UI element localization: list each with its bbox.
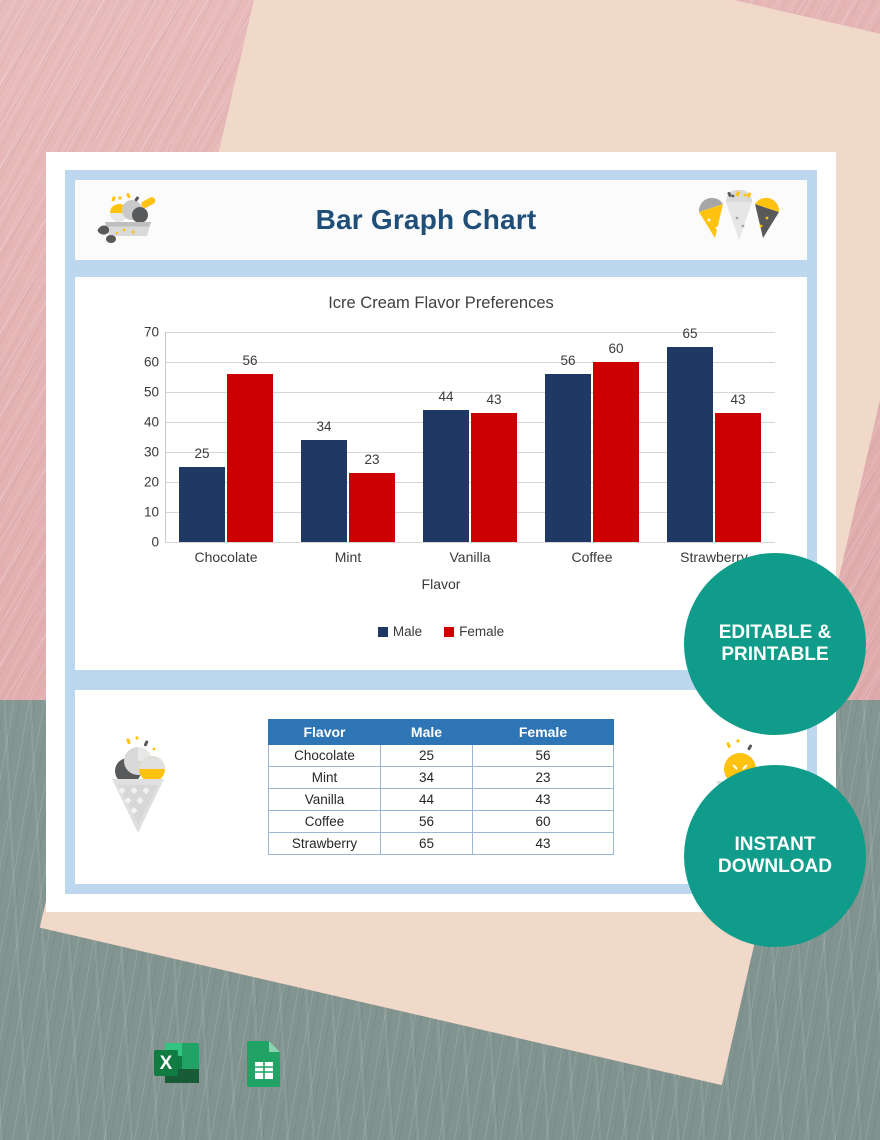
table-cell: Coffee: [268, 810, 381, 833]
bar-female: 23: [349, 452, 395, 542]
microsoft-excel-icon[interactable]: X: [148, 1033, 208, 1098]
bar-female: 56: [227, 353, 273, 542]
badge-line-1: INSTANT: [734, 833, 816, 855]
bar-value-label: 65: [682, 326, 698, 341]
ice-cream-cones-icon: [689, 188, 789, 251]
table-cell: Strawberry: [268, 832, 381, 855]
table-cell: 43: [471, 788, 615, 811]
bar-value-label: 43: [730, 392, 746, 407]
table-cell: 56: [471, 744, 615, 767]
bar-female: 43: [471, 392, 517, 542]
bar-value-label: 56: [242, 353, 258, 368]
bar-group: 25 56: [179, 332, 273, 542]
bar-male: 25: [179, 446, 225, 542]
y-tick-label: 20: [143, 474, 159, 490]
legend-item: Male: [377, 624, 423, 639]
legend-swatch: [444, 626, 455, 637]
table-row: Vanilla 44 43: [268, 788, 615, 811]
chart-title: Icre Cream Flavor Preferences: [328, 294, 554, 312]
y-tick-label: 30: [143, 444, 159, 460]
ice-cream-bowl-icon: [93, 192, 163, 249]
bar-value-label: 56: [560, 353, 576, 368]
x-axis-tick-labels: Chocolate Mint Vanilla Coffee Strawberry: [165, 549, 775, 565]
badge-line-1: EDITABLE &: [718, 621, 832, 643]
gridline: [165, 542, 775, 543]
legend-item: Female: [444, 624, 504, 639]
x-tick-label: Mint: [334, 549, 362, 565]
y-tick-label: 40: [143, 414, 159, 430]
y-tick-label: 60: [143, 354, 159, 370]
page-title: Bar Graph Chart: [315, 204, 537, 235]
table-cell: 65: [380, 832, 473, 855]
table-header-row: Flavor Male Female: [268, 719, 615, 745]
bar-group: 44 43: [423, 332, 517, 542]
bar-group: 34 23: [301, 332, 395, 542]
y-tick-label: 70: [143, 324, 159, 340]
bar-female: 43: [715, 392, 761, 542]
table-cell: Vanilla: [268, 788, 381, 811]
table-head: Flavor Male Female: [268, 719, 615, 745]
bar-value-label: 34: [316, 419, 332, 434]
table-body: Chocolate 25 56 Mint 34 23 Vanilla 44 43 Coffee 56…: [268, 744, 615, 855]
table-cell: Chocolate: [268, 744, 381, 767]
ice-cream-cone-icon: [98, 735, 178, 840]
file-format-icons: X: [148, 1033, 292, 1098]
bar-groups: 25 56 34 23 44 43 56 60 65 43: [165, 326, 775, 542]
editable-printable-badge[interactable]: EDITABLE & PRINTABLE: [684, 553, 866, 735]
y-axis-tick-labels: 0 10 20 30 40 50 60 70: [129, 325, 159, 550]
x-tick-label: Vanilla: [449, 549, 491, 565]
legend-label: Female: [459, 624, 505, 639]
bar-male: 56: [545, 353, 591, 542]
document-header: Bar Graph Chart: [75, 180, 807, 260]
bar-female: 60: [593, 341, 639, 542]
plot-area: 0 10 20 30 40 50 60 70 25 56 34 23 44 43 56 60 65 43: [144, 325, 775, 550]
table-column-header: Male: [380, 719, 473, 745]
badge-line-2: PRINTABLE: [721, 644, 829, 665]
badge-line-2: DOWNLOAD: [718, 856, 832, 877]
bar-group: 65 43: [667, 326, 761, 542]
table-row: Coffee 56 60: [268, 810, 615, 833]
bar-value-label: 60: [608, 341, 624, 356]
table-row: Mint 34 23: [268, 766, 615, 789]
table-cell: 44: [380, 788, 473, 811]
bar-group: 56 60: [545, 332, 639, 542]
table-row: Strawberry 65 43: [268, 832, 615, 855]
legend-label: Male: [392, 624, 423, 639]
legend-swatch: [377, 626, 388, 637]
instant-download-badge[interactable]: INSTANT DOWNLOAD: [684, 765, 866, 947]
bar-value-label: 44: [438, 389, 454, 404]
table-cell: 34: [380, 766, 473, 789]
table-cell: 60: [471, 810, 615, 833]
bar-value-label: 25: [194, 446, 210, 461]
y-tick-label: 50: [143, 384, 159, 400]
y-tick-label: 0: [151, 534, 159, 550]
x-tick-label: Chocolate: [194, 549, 258, 565]
x-axis-title: Flavor: [421, 576, 461, 592]
table-cell: 23: [471, 766, 615, 789]
x-tick-label: Coffee: [571, 549, 613, 565]
google-sheets-icon[interactable]: [236, 1033, 292, 1098]
table-row: Chocolate 25 56: [268, 744, 615, 767]
table-column-header: Flavor: [268, 719, 381, 745]
data-table: Flavor Male Female Chocolate 25 56 Mint 34 23 Va…: [268, 719, 615, 855]
svg-text:X: X: [160, 1053, 173, 1074]
bar-value-label: 23: [364, 452, 380, 467]
y-tick-label: 10: [143, 504, 159, 520]
bar-male: 65: [667, 326, 713, 542]
table-cell: 56: [380, 810, 473, 833]
table-column-header: Female: [471, 719, 615, 745]
table-cell: 25: [380, 744, 473, 767]
bar-value-label: 43: [486, 392, 502, 407]
table-cell: Mint: [268, 766, 381, 789]
bar-male: 44: [423, 389, 469, 542]
bar-male: 34: [301, 419, 347, 542]
table-cell: 43: [471, 832, 615, 855]
